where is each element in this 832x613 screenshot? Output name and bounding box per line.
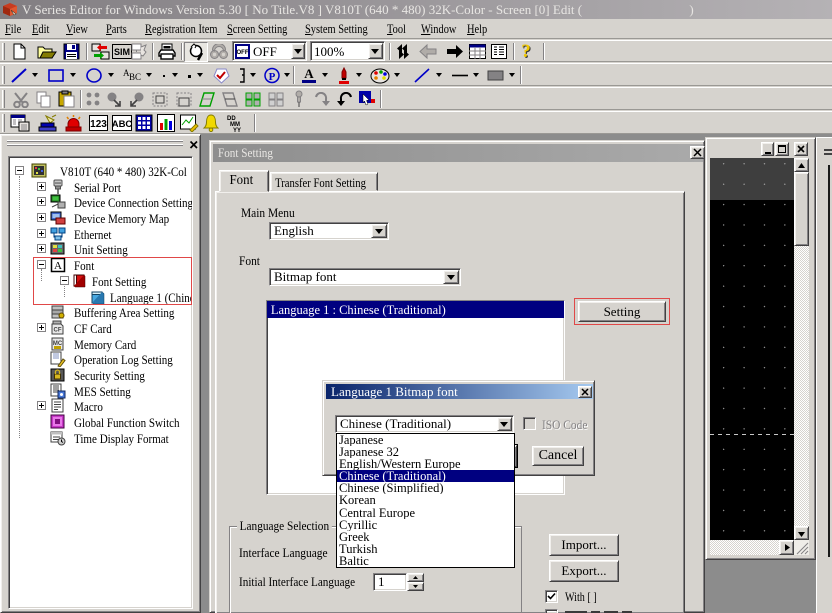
svg-text:?: ? <box>521 42 531 62</box>
svg-text:OFF: OFF <box>237 50 249 56</box>
svg-text:CF: CF <box>54 328 62 334</box>
svg-text:A: A <box>304 67 314 81</box>
svg-text:C: C <box>135 72 141 82</box>
svg-text:SIM: SIM <box>114 47 130 57</box>
svg-text:ABC: ABC <box>112 119 132 130</box>
svg-text:YY: YY <box>233 128 241 133</box>
svg-text:P: P <box>269 71 276 83</box>
svg-text:123: 123 <box>90 119 107 130</box>
